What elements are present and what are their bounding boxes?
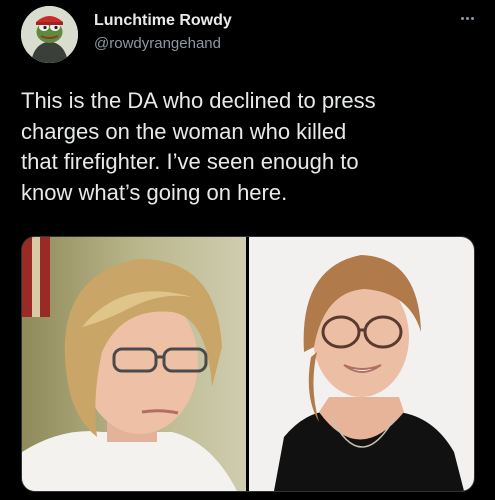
portrait-image	[249, 237, 474, 491]
woman-portrait-right[interactable]	[249, 237, 474, 491]
more-dot	[465, 16, 469, 20]
author-display-name[interactable]: Lunchtime Rowdy	[94, 12, 232, 30]
tweet: Lunchtime Rowdy @rowdyrangehand This is …	[0, 0, 495, 500]
more-horizontal-icon	[460, 16, 464, 20]
frog-avatar-icon	[21, 6, 78, 63]
author-handle[interactable]: @rowdyrangehand	[94, 35, 221, 52]
more-options-button[interactable]	[452, 10, 482, 26]
woman-portrait-left[interactable]	[22, 237, 246, 491]
portrait-image	[22, 237, 246, 491]
tweet-media[interactable]	[21, 236, 475, 492]
more-dot	[470, 16, 474, 20]
tweet-text: This is the DA who declined to press cha…	[21, 88, 376, 205]
author-avatar[interactable]	[21, 6, 78, 63]
